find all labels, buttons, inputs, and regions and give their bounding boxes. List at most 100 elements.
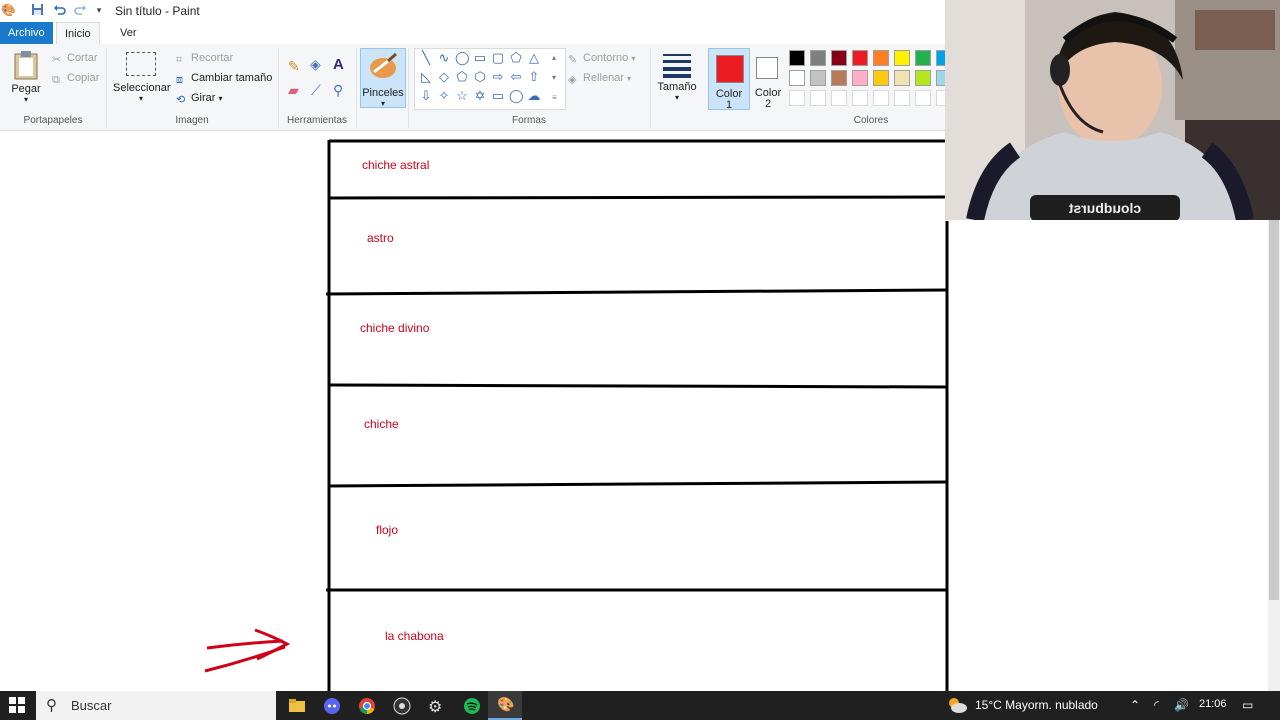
paint-icon: 🎨: [497, 696, 515, 712]
tab-inicio[interactable]: Inicio: [56, 22, 100, 44]
palette-color-swatch[interactable]: [915, 50, 931, 66]
palette-color-swatch[interactable]: [831, 70, 847, 86]
chrome-icon[interactable]: [358, 697, 376, 715]
rounded-rect-shape-icon[interactable]: ▢: [491, 51, 505, 65]
palette-color-swatch[interactable]: [894, 90, 910, 106]
palette-color-swatch[interactable]: [810, 90, 826, 106]
palette-color-swatch[interactable]: [873, 90, 889, 106]
callout-oval-shape-icon[interactable]: ◯: [509, 89, 524, 103]
wifi-icon[interactable]: ◜: [1154, 698, 1159, 712]
window-title: Sin título - Paint: [115, 4, 200, 18]
weather-text[interactable]: 15°C Mayorm. nublado: [975, 698, 1098, 712]
color1-swatch: [716, 55, 744, 83]
row-label: chiche: [364, 417, 399, 431]
weather-icon[interactable]: [946, 696, 967, 714]
line-shape-icon[interactable]: ╲: [419, 51, 433, 65]
color2-button[interactable]: Color 2: [750, 48, 786, 110]
fill-bucket-icon[interactable]: ◈: [310, 56, 321, 73]
settings-gear-icon[interactable]: ⚙: [428, 697, 446, 716]
resize-button[interactable]: ⧈ Cambiar tamaño: [176, 72, 272, 86]
resize-label: Cambiar tamaño: [191, 72, 273, 84]
shapes-gallery[interactable]: ╲ ∿ ◯ ▭ ▢ ⬠ △ ◺ ◇ ⬠ ⬡ ⇨ ⇦ ⇧ ⇩ ✧ ☆ ✡ ▭ ◯ …: [414, 48, 566, 110]
taskbar-search-box[interactable]: ⚲ Buscar: [36, 691, 276, 720]
palette-color-swatch[interactable]: [831, 90, 847, 106]
crop-icon: ⌗: [176, 54, 183, 66]
palette-color-swatch[interactable]: [915, 90, 931, 106]
triangle-shape-icon[interactable]: △: [527, 51, 541, 65]
magnifier-icon[interactable]: ⚲: [333, 82, 343, 99]
callout-rect-shape-icon[interactable]: ▭: [491, 89, 505, 103]
oval-shape-icon[interactable]: ◯: [455, 51, 470, 65]
color1-button[interactable]: Color 1: [708, 48, 750, 111]
discord-icon[interactable]: [323, 697, 341, 715]
cut-button[interactable]: ✂ Cortar: [52, 52, 98, 66]
palette-color-swatch[interactable]: [852, 90, 868, 106]
star5-shape-icon[interactable]: ☆: [455, 89, 469, 103]
palette-color-swatch[interactable]: [810, 50, 826, 66]
windows-start-icon[interactable]: [9, 697, 27, 715]
palette-color-swatch[interactable]: [873, 70, 889, 86]
tab-archivo[interactable]: Archivo: [0, 22, 53, 44]
clock-time[interactable]: 21:06: [1199, 698, 1227, 710]
palette-color-swatch[interactable]: [894, 50, 910, 66]
palette-color-swatch[interactable]: [831, 50, 847, 66]
text-tool-icon[interactable]: A: [333, 56, 344, 73]
arrow-down-shape-icon[interactable]: ⇩: [419, 89, 433, 103]
spotify-icon[interactable]: [463, 697, 481, 715]
paste-label: Pegar: [11, 83, 41, 95]
right-triangle-shape-icon[interactable]: ◺: [419, 70, 433, 84]
save-icon[interactable]: [30, 3, 44, 17]
palette-color-swatch[interactable]: [789, 90, 805, 106]
arrow-up-shape-icon[interactable]: ⇧: [527, 70, 541, 84]
expand-icon[interactable]: ≡: [552, 93, 557, 102]
curve-shape-icon[interactable]: ∿: [437, 51, 451, 65]
palette-color-swatch[interactable]: [852, 70, 868, 86]
outline-button[interactable]: ✎ Contorno ▾: [568, 52, 635, 66]
select-button[interactable]: Seleccionar ▾: [113, 52, 170, 103]
eraser-icon[interactable]: ▰: [288, 82, 299, 99]
crop-button[interactable]: ⌗ Recortar: [176, 52, 233, 66]
chevron-up-icon[interactable]: ⌃: [1130, 698, 1140, 712]
customize-toolbar-icon[interactable]: ▾: [92, 3, 106, 17]
cut-label: Cortar: [67, 52, 98, 64]
volume-icon[interactable]: 🔊: [1174, 698, 1189, 712]
palette-color-swatch[interactable]: [894, 70, 910, 86]
notifications-icon[interactable]: ▭: [1242, 698, 1253, 712]
scroll-up-icon[interactable]: ▴: [552, 53, 556, 62]
hexagon-shape-icon[interactable]: ⬡: [473, 70, 487, 84]
size-button[interactable]: Tamaño ▾: [655, 52, 699, 102]
arrow-left-shape-icon[interactable]: ⇦: [509, 70, 523, 84]
color-picker-icon[interactable]: ⟋: [311, 82, 321, 99]
paint-taskbar-button[interactable]: 🎨: [488, 691, 522, 720]
brushes-button[interactable]: Pinceles ▾: [360, 48, 406, 108]
brush-icon: [370, 52, 397, 78]
clipboard-icon: [14, 51, 38, 80]
polygon-shape-icon[interactable]: ⬠: [509, 51, 523, 65]
redo-icon[interactable]: [73, 3, 87, 17]
palette-color-swatch[interactable]: [915, 70, 931, 86]
star4-shape-icon[interactable]: ✧: [437, 89, 451, 103]
diamond-shape-icon[interactable]: ◇: [437, 70, 451, 84]
pencil-icon[interactable]: ✎: [288, 58, 300, 75]
scrollbar-thumb[interactable]: [1269, 220, 1279, 600]
divider: [650, 48, 651, 128]
palette-color-swatch[interactable]: [789, 70, 805, 86]
undo-icon[interactable]: [52, 3, 66, 17]
copy-button[interactable]: ⧉ Copiar: [52, 72, 99, 86]
file-explorer-icon[interactable]: [288, 697, 306, 715]
obs-icon[interactable]: [393, 697, 411, 715]
scroll-down-icon[interactable]: ▾: [552, 73, 556, 82]
tab-ver[interactable]: Ver: [112, 22, 145, 44]
palette-color-swatch[interactable]: [852, 50, 868, 66]
star6-shape-icon[interactable]: ✡: [473, 89, 487, 103]
rectangle-shape-icon[interactable]: ▭: [473, 51, 487, 65]
pentagon-shape-icon[interactable]: ⬠: [455, 70, 469, 84]
palette-color-swatch[interactable]: [873, 50, 889, 66]
arrow-right-shape-icon[interactable]: ⇨: [491, 70, 505, 84]
rotate-button[interactable]: ⟲ Girar ▾: [176, 92, 223, 106]
palette-color-swatch[interactable]: [789, 50, 805, 66]
paste-button[interactable]: Pegar ▾: [10, 50, 42, 104]
palette-color-swatch[interactable]: [810, 70, 826, 86]
fill-button[interactable]: ◈ Rellenar ▾: [568, 72, 631, 86]
callout-cloud-shape-icon[interactable]: ☁: [527, 89, 541, 103]
